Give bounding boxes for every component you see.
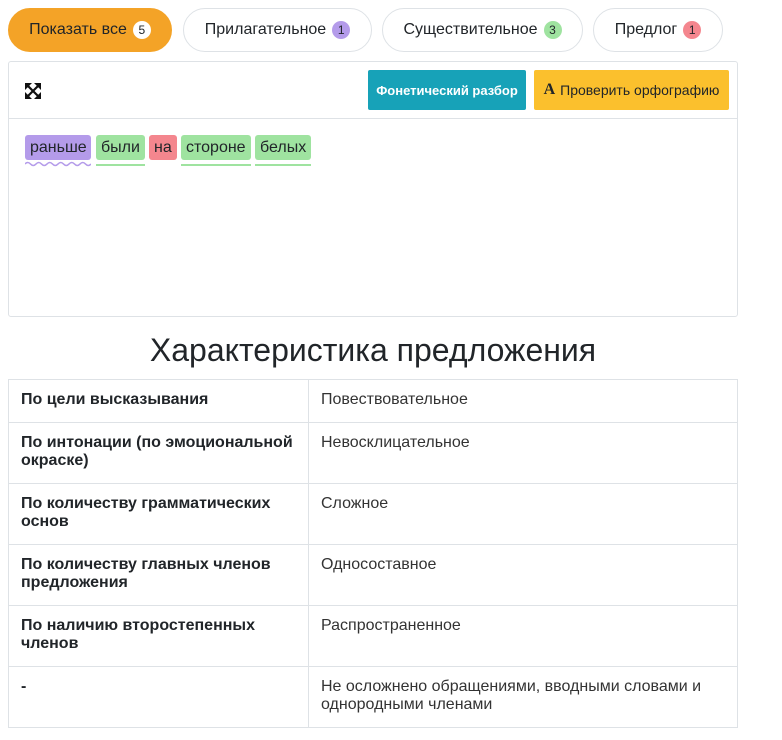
noun-underline [96,164,145,166]
font-letter-icon: A [543,81,556,98]
word-noun[interactable]: белых [255,135,311,160]
noun-underline [255,164,311,166]
property-value: Распространенное [308,605,738,667]
tab-preposition[interactable]: Предлог 1 [593,8,723,52]
table-row: По цели высказывания Повествовательное [8,379,738,423]
button-label: Проверить орфографию [560,82,720,98]
tab-show-all[interactable]: Показать все 5 [8,8,172,52]
tab-noun[interactable]: Существительное 3 [382,8,583,52]
table-row: - Не осложнено обращениями, вводными сло… [8,666,738,728]
word-adjective[interactable]: раньше [25,135,91,160]
property-name: - [8,666,309,728]
sentence-properties-table: По цели высказывания Повествовательное П… [8,379,738,728]
tab-label: Показать все [29,21,127,38]
panel-toolbar: Фонетический разбор A Проверить орфограф… [9,62,737,119]
word-preposition[interactable]: на [149,135,177,160]
property-value: Невосклицательное [308,422,738,484]
property-value: Не осложнено обращениями, вводными слова… [308,666,738,728]
property-name: По количеству грамматических основ [8,483,309,545]
count-badge: 5 [132,21,151,39]
word-noun[interactable]: стороне [181,135,251,160]
property-name: По цели высказывания [8,379,309,423]
property-name: По наличию второстепенных членов [8,605,309,667]
tab-label: Прилагательное [204,21,327,38]
noun-underline [181,164,251,166]
word-noun[interactable]: были [96,135,145,160]
adjective-wavy-underline [25,161,91,167]
section-heading: Характеристика предложения [149,332,597,368]
count-badge: 1 [683,21,702,39]
count-badge: 3 [543,21,562,39]
table-row: По наличию второстепенных членов Распрос… [8,605,738,667]
phonetic-analysis-button[interactable]: Фонетический разбор [368,70,526,110]
property-name: По интонации (по эмоциональной окраске) [8,422,309,484]
count-badge: 1 [332,21,351,39]
table-row: По количеству главных членов предложения… [8,544,738,606]
property-value: Односоставное [308,544,738,606]
button-label: Фонетический разбор [376,82,518,98]
property-value: Повествовательное [308,379,738,423]
table-row: По интонации (по эмоциональной окраске) … [8,422,738,484]
property-name: По количеству главных членов предложения [8,544,309,606]
table-row: По количеству грамматических основ Сложн… [8,483,738,545]
expand-arrows-icon[interactable] [23,81,43,101]
spell-check-button[interactable]: A Проверить орфографию [534,70,729,110]
tab-label: Предлог [614,21,678,38]
property-value: Сложное [308,483,738,545]
tab-adjective[interactable]: Прилагательное 1 [183,8,372,52]
tab-label: Существительное [403,21,538,38]
sentence-panel: Фонетический разбор A Проверить орфограф… [8,61,738,317]
